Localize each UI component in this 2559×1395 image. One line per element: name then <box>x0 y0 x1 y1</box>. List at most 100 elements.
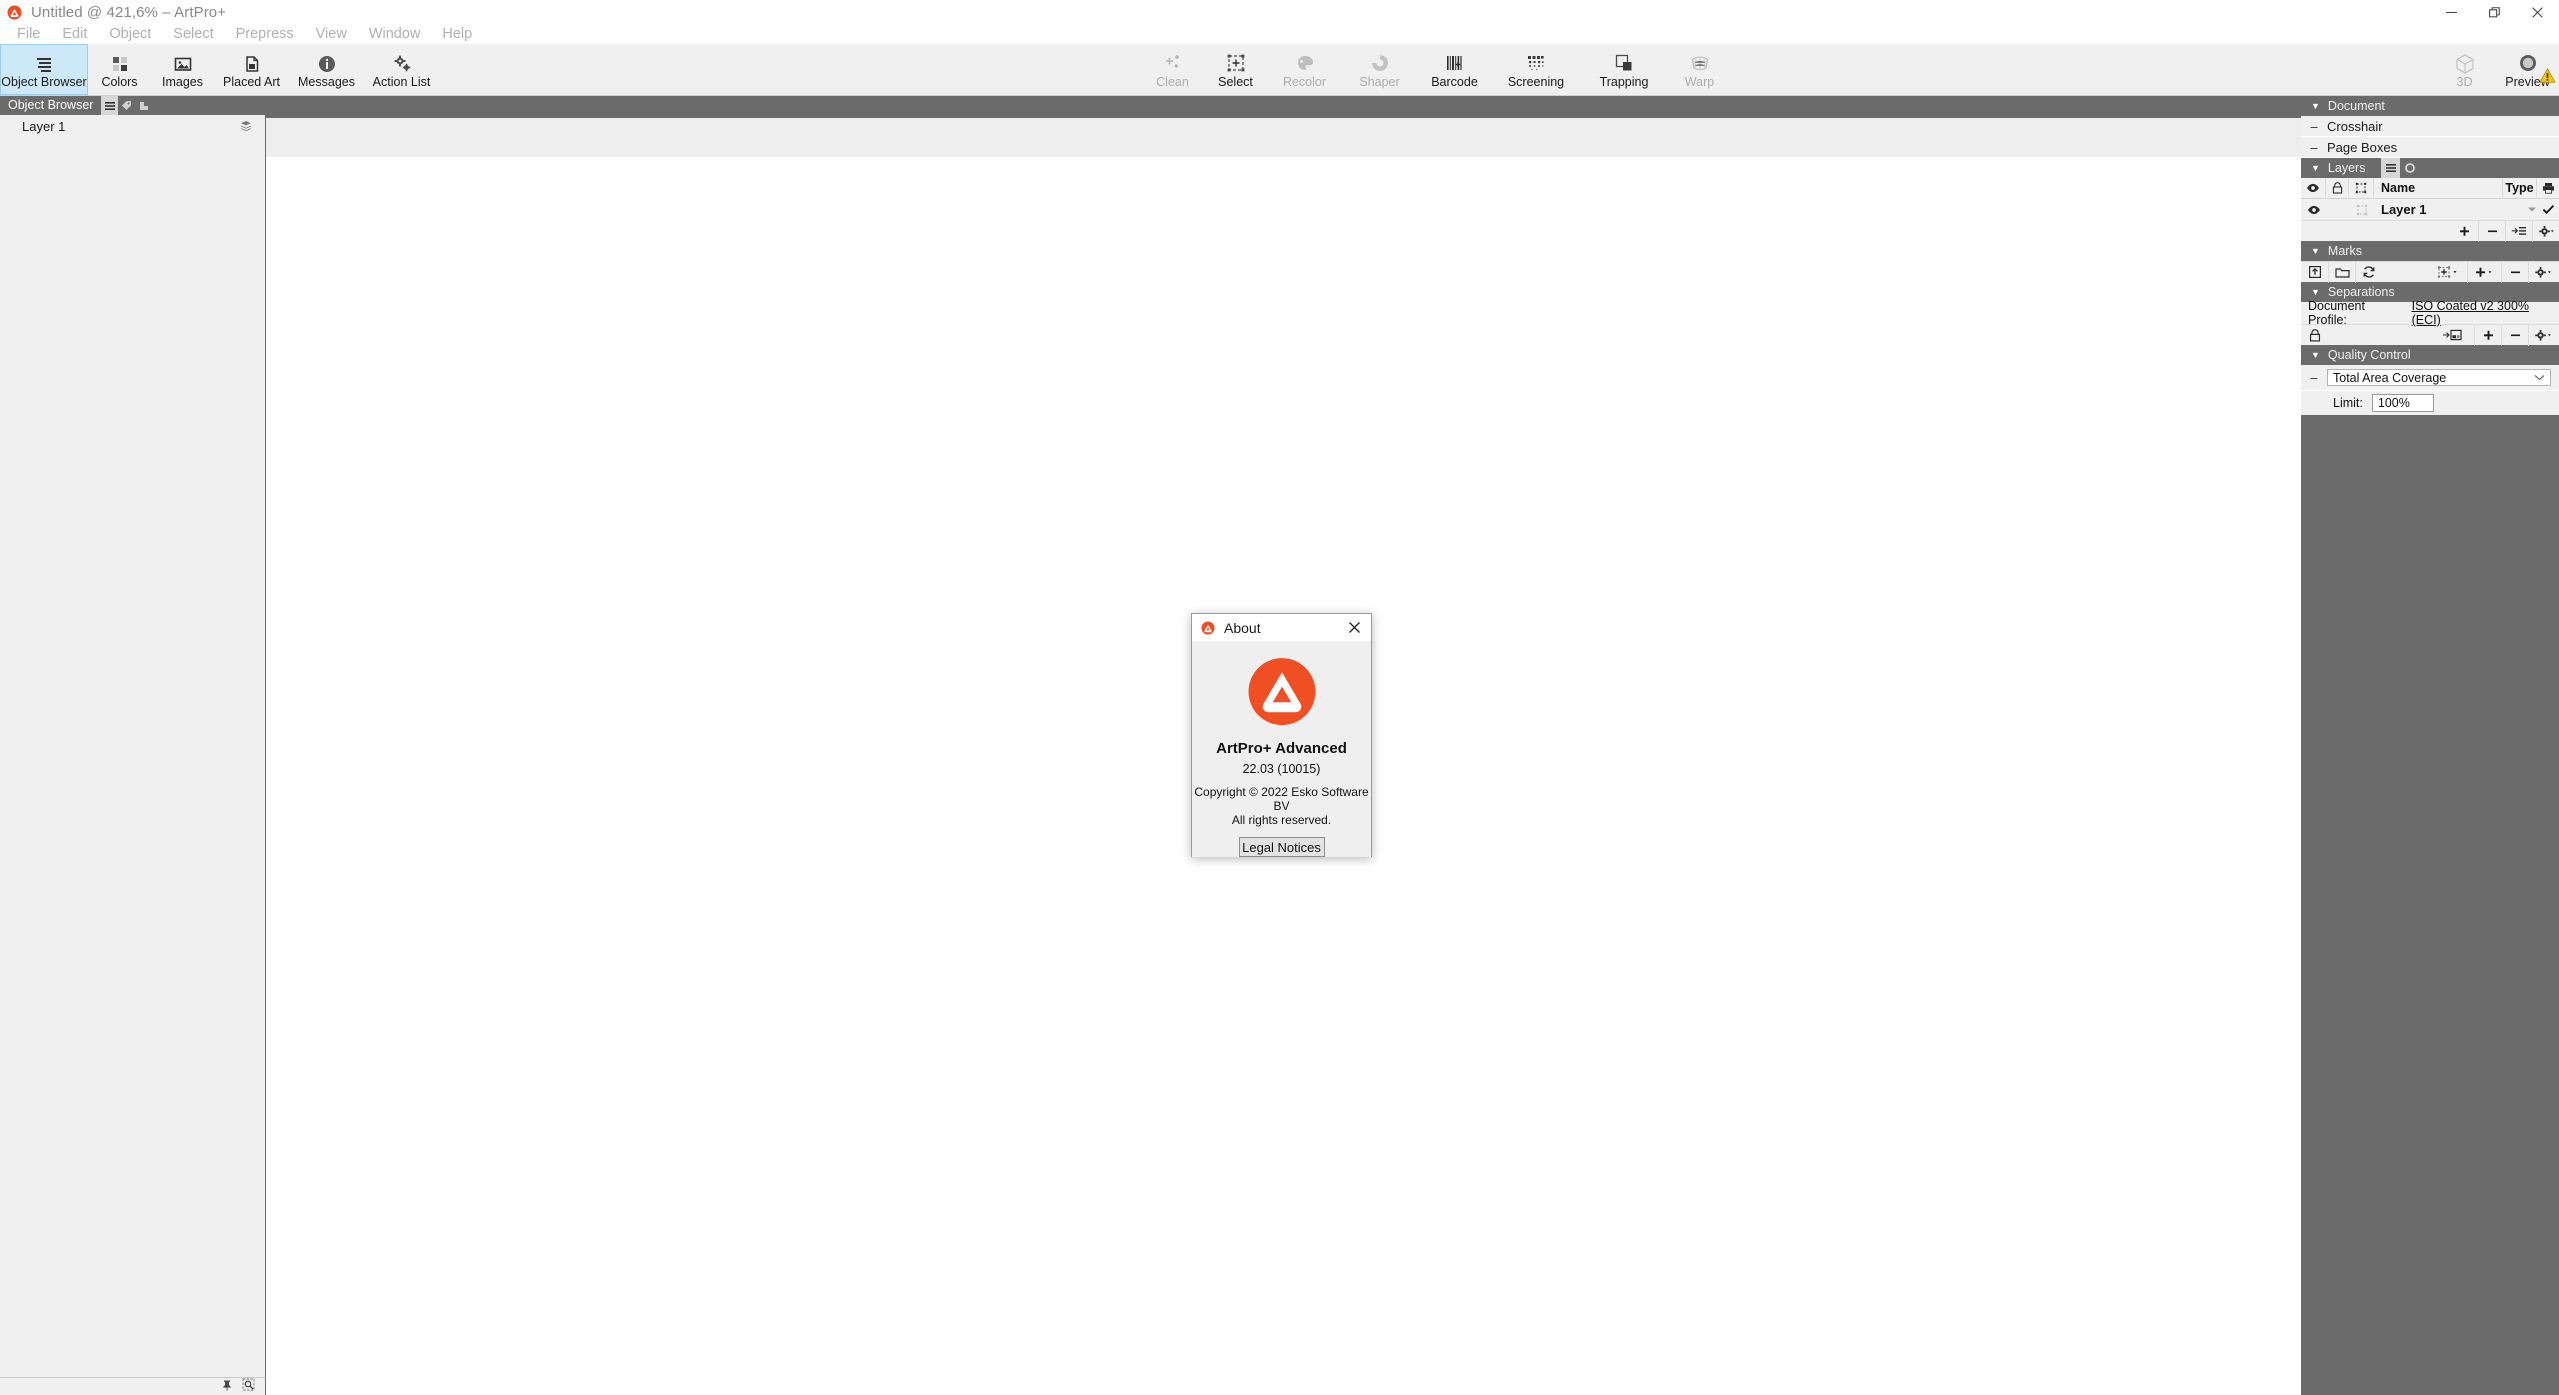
title-bar: Untitled @ 421,6% – ArtPro+ <box>0 0 2559 24</box>
menu-object[interactable]: Object <box>98 24 162 44</box>
section-header-document[interactable]: ▼ Document <box>2301 96 2559 116</box>
marks-toolbar <box>2301 261 2559 283</box>
toolbar-warp-button[interactable]: Warp <box>1668 44 1731 95</box>
marks-add-object-icon[interactable] <box>2429 262 2467 283</box>
artpro-logo-icon <box>1248 658 1315 726</box>
collapse-toggle[interactable]: – <box>2301 370 2327 385</box>
toolbar-object-browser-label: Object Browser <box>1 75 87 89</box>
toolbar-action-list-button[interactable]: Action List <box>364 44 439 95</box>
toolbar-trapping-button[interactable]: Trapping <box>1580 44 1668 95</box>
about-copyright-line2: All rights reserved. <box>1231 813 1332 828</box>
marks-options-button[interactable] <box>2528 261 2559 283</box>
toolbar-select-button[interactable]: Select <box>1204 44 1267 95</box>
document-row-page-boxes-label: Page Boxes <box>2327 139 2398 155</box>
layers-move-to-layer-button[interactable] <box>2505 220 2532 242</box>
about-dialog-title: About <box>1224 619 1261 636</box>
object-browser-row-layer1[interactable]: Layer 1 <box>0 115 265 137</box>
minimize-button[interactable] <box>2430 0 2473 24</box>
collapse-toggle[interactable]: – <box>2301 140 2327 155</box>
toolbar-messages-button[interactable]: Messages <box>289 44 364 95</box>
layers-col-selectable <box>2349 177 2374 199</box>
section-header-marks[interactable]: ▼ Marks <box>2301 241 2559 261</box>
marks-add-button[interactable] <box>2467 261 2501 283</box>
toolbar-colors-button[interactable]: Colors <box>88 44 151 95</box>
toolbar-placed-art-button[interactable]: Placed Art <box>214 44 289 95</box>
layer-lock-toggle[interactable] <box>2326 199 2349 220</box>
toolbar-recolor-button[interactable]: Recolor <box>1267 44 1342 95</box>
layers-options-button[interactable] <box>2532 220 2559 242</box>
cube-3d-icon <box>2454 52 2476 74</box>
left-panel: Object Browser Layer 1 <box>0 96 266 1395</box>
tab-object-browser[interactable]: Object Browser <box>0 96 101 115</box>
document-profile-label: Document Profile: <box>2308 299 2365 327</box>
toolbar-screening-button[interactable]: Screening <box>1492 44 1580 95</box>
quality-check-value: Total Area Coverage <box>2333 370 2447 385</box>
separations-lock-icon[interactable] <box>2301 325 2328 346</box>
separations-remove-button[interactable] <box>2501 324 2528 346</box>
action-list-icon <box>392 52 412 74</box>
toolbar-clean-button[interactable]: Clean <box>1141 44 1204 95</box>
collapse-toggle[interactable]: – <box>2301 119 2327 134</box>
section-header-quality-control[interactable]: ▼ Quality Control <box>2301 345 2559 365</box>
marks-refresh-icon[interactable] <box>2355 261 2382 283</box>
table-row[interactable]: Layer 1 <box>2301 199 2559 220</box>
document-row-crosshair[interactable]: – Crosshair <box>2301 116 2559 137</box>
chevron-down-icon: ▼ <box>2311 101 2320 111</box>
quality-check-dropdown[interactable]: Total Area Coverage <box>2327 369 2551 386</box>
marks-remove-button[interactable] <box>2501 261 2528 283</box>
layer-visibility-toggle[interactable] <box>2301 199 2326 220</box>
toolbar-center-group: Clean Select Recolor Shaper Barcode Scre… <box>1141 44 1731 95</box>
canvas-top-bar <box>266 96 2301 118</box>
tag-icon[interactable] <box>118 96 135 115</box>
layers-list-tab-icon[interactable] <box>2381 158 2401 178</box>
object-browser-content: Layer 1 <box>0 115 266 1377</box>
trapping-icon <box>1613 52 1635 74</box>
menu-file[interactable]: File <box>6 24 51 44</box>
object-browser-icon <box>34 52 54 74</box>
document-profile-value[interactable]: ISO Coated v2 300% (ECI) <box>2412 299 2559 327</box>
layers-remove-button[interactable] <box>2478 220 2505 242</box>
layers-add-button[interactable] <box>2451 221 2478 242</box>
layer-name[interactable]: Layer 1 <box>2374 199 2527 220</box>
document-row-page-boxes[interactable]: – Page Boxes <box>2301 137 2559 158</box>
layer-type-dropdown[interactable] <box>2527 199 2537 220</box>
close-icon[interactable] <box>1343 617 1365 639</box>
section-header-layers[interactable]: ▼ Layers <box>2301 158 2559 178</box>
menu-window[interactable]: Window <box>358 24 432 44</box>
layers-col-lock <box>2326 177 2349 199</box>
colors-icon <box>110 52 130 74</box>
toolbar-object-browser-button[interactable]: Object Browser <box>0 44 88 95</box>
toolbar-shaper-button[interactable]: Shaper <box>1342 44 1417 95</box>
toolbar-3d-button[interactable]: 3D <box>2433 44 2496 95</box>
toolbar-barcode-button[interactable]: Barcode <box>1417 44 1492 95</box>
layers-circle-tab-icon[interactable] <box>2400 158 2419 178</box>
layer-selectable-toggle[interactable] <box>2349 199 2374 220</box>
right-panel: ▼ Document – Crosshair – Page Boxes ▼ La… <box>2301 96 2559 1395</box>
toolbar-images-label: Images <box>162 75 203 89</box>
marks-folder-icon[interactable] <box>2328 261 2355 283</box>
menu-select[interactable]: Select <box>162 24 224 44</box>
zoom-selection-icon[interactable] <box>242 1378 255 1395</box>
pin-icon[interactable] <box>221 1378 233 1395</box>
marks-export-icon[interactable] <box>2301 262 2328 283</box>
close-button[interactable] <box>2516 0 2559 24</box>
separations-add-button[interactable] <box>2474 324 2501 346</box>
warning-triangle-icon[interactable] <box>2539 68 2556 83</box>
screening-icon <box>1525 52 1547 74</box>
menu-prepress[interactable]: Prepress <box>225 24 305 44</box>
restore-button[interactable] <box>2473 0 2516 24</box>
about-copyright-line1: Copyright © 2022 Esko Software BV <box>1194 785 1369 814</box>
corner-shape-icon[interactable] <box>135 96 152 115</box>
toolbar-warp-label: Warp <box>1684 75 1715 89</box>
layer-print-check[interactable] <box>2537 199 2559 220</box>
menu-edit[interactable]: Edit <box>51 24 98 44</box>
separations-options-button[interactable] <box>2528 324 2559 346</box>
shaper-icon <box>1369 52 1391 74</box>
list-view-icon[interactable] <box>101 96 119 115</box>
limit-input[interactable]: 100% <box>2371 394 2434 412</box>
legal-notices-button[interactable]: Legal Notices <box>1238 837 1325 857</box>
toolbar-images-button[interactable]: Images <box>151 44 214 95</box>
separations-map-icon[interactable] <box>2436 325 2474 346</box>
menu-help[interactable]: Help <box>431 24 483 44</box>
menu-view[interactable]: View <box>305 24 358 44</box>
